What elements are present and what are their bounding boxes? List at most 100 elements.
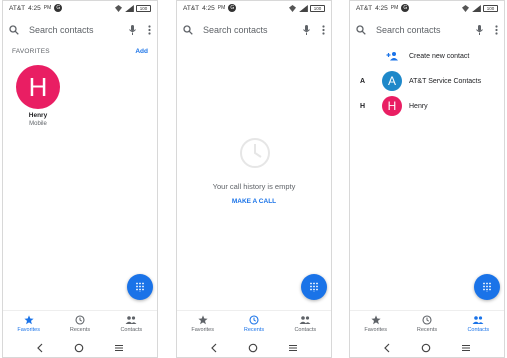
tab-label: Contacts <box>294 326 317 333</box>
tab-contacts[interactable]: Contacts <box>106 311 157 336</box>
phone-screen-favorites: AT&T 4:25 PM G 100 Search contacts FAVOR… <box>2 0 158 358</box>
tab-label: Favorites <box>364 326 387 333</box>
wifi-calling-icon <box>462 4 469 12</box>
system-navigation-bar <box>350 339 504 357</box>
back-icon[interactable] <box>210 343 218 353</box>
wifi-calling-icon <box>115 4 122 12</box>
tab-label: Recents <box>243 326 265 333</box>
favorite-number-type: Mobile <box>29 121 47 127</box>
contact-name: Henry <box>409 102 428 110</box>
favorite-avatar[interactable]: H <box>16 65 60 109</box>
battery-indicator: 100 <box>310 4 325 12</box>
bottom-navigation: Favorites Recents Contacts <box>177 310 331 336</box>
clock: 4:25 <box>375 4 388 12</box>
tab-recents[interactable]: Recents <box>228 311 279 336</box>
phone-screen-contacts: AT&T 4:25 PM G 100 Search contacts Creat… <box>349 0 505 358</box>
contact-row[interactable]: H H Henry <box>350 96 504 116</box>
search-input[interactable]: Search contacts <box>203 25 303 35</box>
people-icon <box>472 315 484 324</box>
status-bar: AT&T 4:25 PM G 100 <box>350 1 504 15</box>
system-navigation-bar <box>177 339 331 357</box>
signal-icon <box>125 4 134 12</box>
signal-icon <box>472 4 481 12</box>
more-options-icon[interactable] <box>322 25 325 35</box>
home-icon[interactable] <box>421 343 431 353</box>
carrier: AT&T <box>356 4 373 12</box>
tab-favorites[interactable]: Favorites <box>350 311 401 336</box>
search-bar[interactable]: Search contacts <box>3 19 157 41</box>
clock-icon <box>75 314 85 325</box>
favorite-name[interactable]: Henry <box>3 112 73 119</box>
signal-icon <box>299 4 308 12</box>
clock-ampm: PM <box>217 5 226 11</box>
history-clock-icon <box>240 138 270 168</box>
back-icon[interactable] <box>383 343 391 353</box>
contact-name: AT&T Service Contacts <box>409 77 482 85</box>
clock: 4:25 <box>202 4 215 12</box>
search-input[interactable]: Search contacts <box>29 25 129 35</box>
carrier: AT&T <box>183 4 200 12</box>
tab-label: Favorites <box>17 326 40 333</box>
home-icon[interactable] <box>248 343 258 353</box>
menu-icon[interactable] <box>461 343 471 353</box>
dialpad-icon <box>136 282 144 292</box>
tab-label: Recents <box>416 326 438 333</box>
battery-indicator: 100 <box>483 4 498 12</box>
status-bar: AT&T 4:25 PM G 100 <box>3 1 157 15</box>
create-new-contact-label: Create new contact <box>409 52 470 60</box>
mic-icon[interactable] <box>129 25 136 35</box>
menu-icon[interactable] <box>288 343 298 353</box>
search-bar[interactable]: Search contacts <box>350 19 504 41</box>
notification-badge: G <box>54 4 63 12</box>
add-contact-icon-cell <box>382 51 402 61</box>
notification-badge: G <box>401 4 410 12</box>
tab-favorites[interactable]: Favorites <box>3 311 54 336</box>
tab-label: Contacts <box>467 326 490 333</box>
favorites-label: FAVORITES <box>12 47 50 55</box>
bottom-navigation: Favorites Recents Contacts <box>350 310 504 336</box>
phone-screen-recents: AT&T 4:25 PM G 100 Search contacts Your … <box>176 0 332 358</box>
more-options-icon[interactable] <box>495 25 498 35</box>
tab-contacts[interactable]: Contacts <box>280 311 331 336</box>
menu-icon[interactable] <box>114 343 124 353</box>
create-new-contact-row[interactable]: Create new contact <box>350 46 504 66</box>
star-icon <box>24 314 34 324</box>
more-options-icon[interactable] <box>148 25 151 35</box>
home-icon[interactable] <box>74 343 84 353</box>
search-icon <box>9 25 19 35</box>
add-person-icon <box>386 52 398 61</box>
contact-row[interactable]: A A AT&T Service Contacts <box>350 71 504 91</box>
people-icon <box>299 315 311 324</box>
clock-ampm: PM <box>43 5 52 11</box>
dialpad-button[interactable] <box>127 274 153 300</box>
add-favorite-button[interactable]: Add <box>135 48 148 55</box>
clock-icon <box>249 314 259 325</box>
dialpad-button[interactable] <box>474 274 500 300</box>
dialpad-button[interactable] <box>301 274 327 300</box>
section-letter: H <box>360 102 366 110</box>
back-icon[interactable] <box>36 343 44 353</box>
system-navigation-bar <box>3 339 157 357</box>
tab-favorites[interactable]: Favorites <box>177 311 228 336</box>
mic-icon[interactable] <box>303 25 310 35</box>
tab-recents[interactable]: Recents <box>54 311 105 336</box>
search-icon <box>356 25 366 35</box>
favorites-header: FAVORITES Add <box>3 45 157 57</box>
make-a-call-button[interactable]: MAKE A CALL <box>177 198 331 205</box>
contact-avatar: A <box>382 71 402 91</box>
star-icon <box>371 314 381 324</box>
tab-recents[interactable]: Recents <box>401 311 452 336</box>
star-icon <box>198 314 208 324</box>
tab-contacts[interactable]: Contacts <box>453 311 504 336</box>
dialpad-icon <box>483 282 491 292</box>
tab-label: Recents <box>69 326 91 333</box>
bottom-navigation: Favorites Recents Contacts <box>3 310 157 336</box>
carrier: AT&T <box>9 4 26 12</box>
people-icon <box>125 315 137 324</box>
battery-indicator: 100 <box>136 4 151 12</box>
mic-icon[interactable] <box>476 25 483 35</box>
search-bar[interactable]: Search contacts <box>177 19 331 41</box>
clock-icon <box>422 314 432 325</box>
search-input[interactable]: Search contacts <box>376 25 476 35</box>
search-icon <box>183 25 193 35</box>
